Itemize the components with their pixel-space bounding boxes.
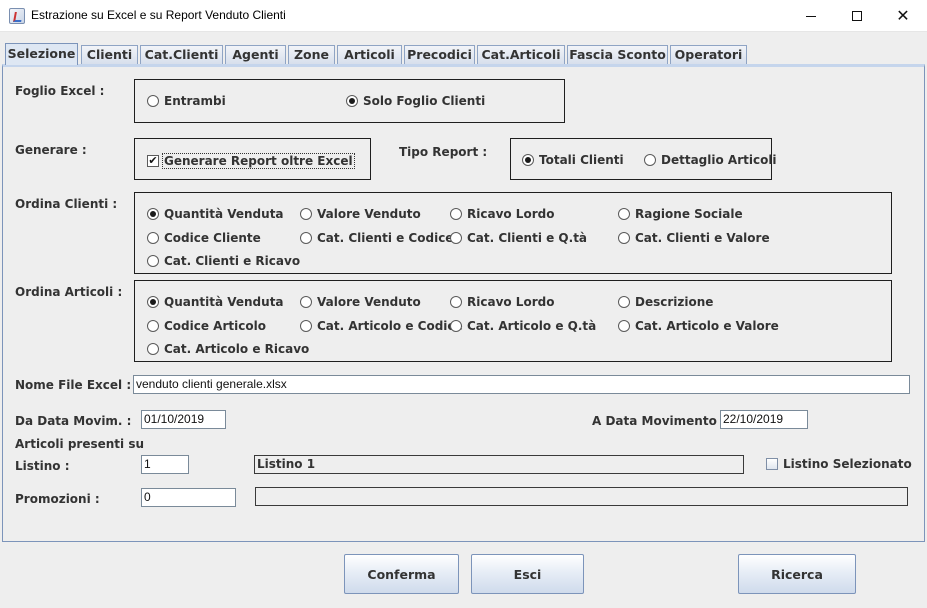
close-button[interactable]: ✕ [880, 0, 926, 32]
nome-file-label: Nome File Excel : [15, 378, 132, 392]
radio-entrambi[interactable]: Entrambi [147, 94, 226, 108]
checkbox-generare-report[interactable]: ✔ Generare Report oltre Excel [147, 153, 355, 169]
radio-indicator [300, 320, 312, 332]
a-data-input[interactable]: 22/10/2019 [720, 410, 808, 429]
close-icon: ✕ [896, 6, 910, 25]
generare-label: Generare : [15, 143, 87, 157]
tab-cat-clienti[interactable]: Cat.Clienti [140, 45, 223, 64]
ricerca-button[interactable]: Ricerca [738, 554, 856, 594]
a-data-label: A Data Movimento : [592, 414, 726, 428]
radio-indicator [147, 232, 159, 244]
conferma-button[interactable]: Conferma [344, 554, 459, 594]
radio-articoli-codice-articolo[interactable]: Codice Articolo [147, 319, 266, 333]
ordina-clienti-label: Ordina Clienti : [15, 197, 118, 211]
tab-articoli[interactable]: Articoli [337, 45, 402, 64]
tab-selezione[interactable]: Selezione [5, 43, 78, 65]
radio-indicator-selected [147, 208, 159, 220]
radio-indicator-selected [346, 95, 358, 107]
articoli-presenti-label: Articoli presenti su [15, 437, 144, 451]
java-cup-icon [9, 8, 25, 24]
radio-indicator [147, 255, 159, 267]
radio-indicator [450, 320, 462, 332]
radio-articoli-descrizione[interactable]: Descrizione [618, 295, 713, 309]
promozioni-name-display [255, 487, 908, 506]
radio-indicator [618, 208, 630, 220]
radio-articoli-cat-ricavo[interactable]: Cat. Articolo e Ricavo [147, 342, 309, 356]
radio-indicator [618, 320, 630, 332]
minimize-button[interactable] [788, 0, 834, 32]
radio-clienti-cat-codice[interactable]: Cat. Clienti e Codice [300, 231, 453, 245]
promozioni-label: Promozioni : [15, 492, 100, 506]
radio-clienti-valore-venduto[interactable]: Valore Venduto [300, 207, 421, 221]
tab-cat-articoli[interactable]: Cat.Articoli [477, 45, 565, 64]
radio-indicator [300, 296, 312, 308]
radio-articoli-cat-codice[interactable]: Cat. Articolo e Codice [300, 319, 463, 333]
maximize-icon [852, 11, 862, 21]
tab-operatori[interactable]: Operatori [670, 45, 747, 64]
tab-fascia-sconto[interactable]: Fascia Sconto [567, 45, 668, 64]
tab-agenti[interactable]: Agenti [225, 45, 286, 64]
tab-zone[interactable]: Zone [288, 45, 335, 64]
radio-clienti-codice-cliente[interactable]: Codice Cliente [147, 231, 261, 245]
listino-input[interactable]: 1 [141, 455, 189, 474]
radio-indicator [300, 232, 312, 244]
radio-indicator [450, 232, 462, 244]
foglio-excel-label: Foglio Excel : [15, 84, 105, 98]
nome-file-input[interactable]: venduto clienti generale.xlsx [133, 375, 910, 394]
radio-articoli-valore-venduto[interactable]: Valore Venduto [300, 295, 421, 309]
radio-indicator [300, 208, 312, 220]
radio-dettaglio-articoli[interactable]: Dettaglio Articoli [644, 153, 777, 167]
check-mark-icon: ✔ [147, 154, 159, 167]
radio-indicator-selected [147, 296, 159, 308]
listino-name-display: Listino 1 [254, 455, 744, 474]
radio-indicator-selected [522, 154, 534, 166]
radio-solo-foglio-clienti[interactable]: Solo Foglio Clienti [346, 94, 485, 108]
radio-articoli-quantita-venduta[interactable]: Quantità Venduta [147, 295, 284, 309]
checkbox-box [766, 458, 778, 470]
radio-articoli-ricavo-lordo[interactable]: Ricavo Lordo [450, 295, 554, 309]
radio-indicator [147, 343, 159, 355]
radio-clienti-quantita-venduta[interactable]: Quantità Venduta [147, 207, 284, 221]
radio-totali-clienti[interactable]: Totali Clienti [522, 153, 624, 167]
radio-clienti-ricavo-lordo[interactable]: Ricavo Lordo [450, 207, 554, 221]
maximize-button[interactable] [834, 0, 880, 32]
radio-indicator [450, 208, 462, 220]
checkbox-listino-selezionato[interactable]: Listino Selezionato [766, 457, 912, 471]
radio-clienti-cat-qta[interactable]: Cat. Clienti e Q.tà [450, 231, 587, 245]
tipo-report-label: Tipo Report : [399, 145, 488, 159]
radio-indicator [644, 154, 656, 166]
radio-clienti-ragione-sociale[interactable]: Ragione Sociale [618, 207, 743, 221]
radio-clienti-cat-valore[interactable]: Cat. Clienti e Valore [618, 231, 770, 245]
radio-articoli-cat-valore[interactable]: Cat. Articolo e Valore [618, 319, 779, 333]
da-data-label: Da Data Movim. : [15, 414, 132, 428]
radio-indicator [618, 232, 630, 244]
radio-clienti-cat-ricavo[interactable]: Cat. Clienti e Ricavo [147, 254, 300, 268]
promozioni-input[interactable]: 0 [141, 488, 236, 507]
tab-precodici[interactable]: Precodici [404, 45, 475, 64]
radio-articoli-cat-qta[interactable]: Cat. Articolo e Q.tà [450, 319, 596, 333]
ordina-articoli-label: Ordina Articoli : [15, 285, 123, 299]
minimize-icon [806, 15, 816, 17]
esci-button[interactable]: Esci [471, 554, 584, 594]
tab-clienti[interactable]: Clienti [81, 45, 138, 64]
radio-indicator [147, 320, 159, 332]
radio-indicator [147, 95, 159, 107]
radio-indicator [450, 296, 462, 308]
listino-label: Listino : [15, 459, 70, 473]
da-data-input[interactable]: 01/10/2019 [141, 410, 226, 429]
radio-indicator [618, 296, 630, 308]
window-title: Estrazione su Excel e su Report Venduto … [31, 8, 286, 22]
